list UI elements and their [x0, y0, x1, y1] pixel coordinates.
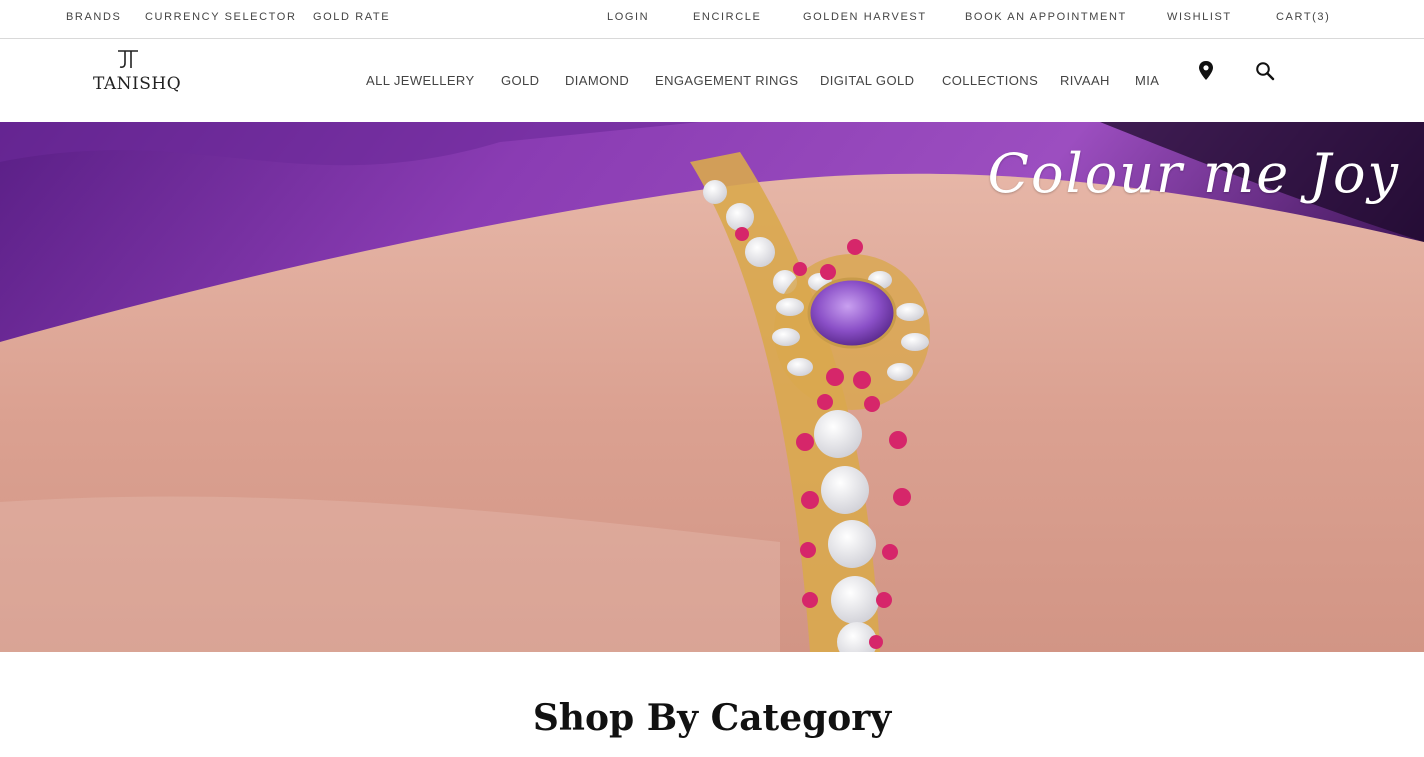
wishlist-link[interactable]: WISHLIST [1167, 11, 1232, 23]
top-utility-bar: BRANDS CURRENCY SELECTOR GOLD RATE LOGIN… [0, 0, 1424, 39]
login-link[interactable]: LOGIN [607, 11, 649, 23]
book-appointment-link[interactable]: BOOK AN APPOINTMENT [965, 11, 1127, 23]
nav-digital-gold[interactable]: DIGITAL GOLD [820, 73, 914, 88]
nav-diamond[interactable]: DIAMOND [565, 73, 629, 88]
currency-selector-link[interactable]: CURRENCY SELECTOR [145, 11, 297, 23]
gold-rate-link[interactable]: GOLD RATE [313, 11, 390, 23]
nav-gold[interactable]: GOLD [501, 73, 539, 88]
logo-wordmark: TANISHQ [93, 74, 182, 94]
tanishq-monogram-icon [118, 50, 138, 68]
nav-rivaah[interactable]: RIVAAH [1060, 73, 1110, 88]
encircle-link[interactable]: ENCIRCLE [693, 11, 761, 23]
hero-banner[interactable]: Colour me Joy [0, 122, 1424, 652]
cart-link[interactable]: CART(3) [1276, 11, 1330, 23]
map-pin-icon[interactable] [1195, 59, 1217, 83]
nav-engagement-rings[interactable]: ENGAGEMENT RINGS [655, 73, 798, 88]
main-header: TANISHQ ALL JEWELLERY GOLD DIAMOND ENGAG… [0, 39, 1424, 122]
tanishq-logo[interactable]: TANISHQ [93, 48, 182, 100]
golden-harvest-link[interactable]: GOLDEN HARVEST [803, 11, 927, 23]
hero-tagline: Colour me Joy [987, 142, 1400, 205]
nav-mia[interactable]: MIA [1135, 73, 1159, 88]
search-icon[interactable] [1254, 59, 1276, 83]
nav-collections[interactable]: COLLECTIONS [942, 73, 1038, 88]
shop-by-category-heading: Shop By Category [532, 697, 892, 739]
nav-all-jewellery[interactable]: ALL JEWELLERY [366, 73, 475, 88]
brands-link[interactable]: BRANDS [66, 11, 121, 23]
